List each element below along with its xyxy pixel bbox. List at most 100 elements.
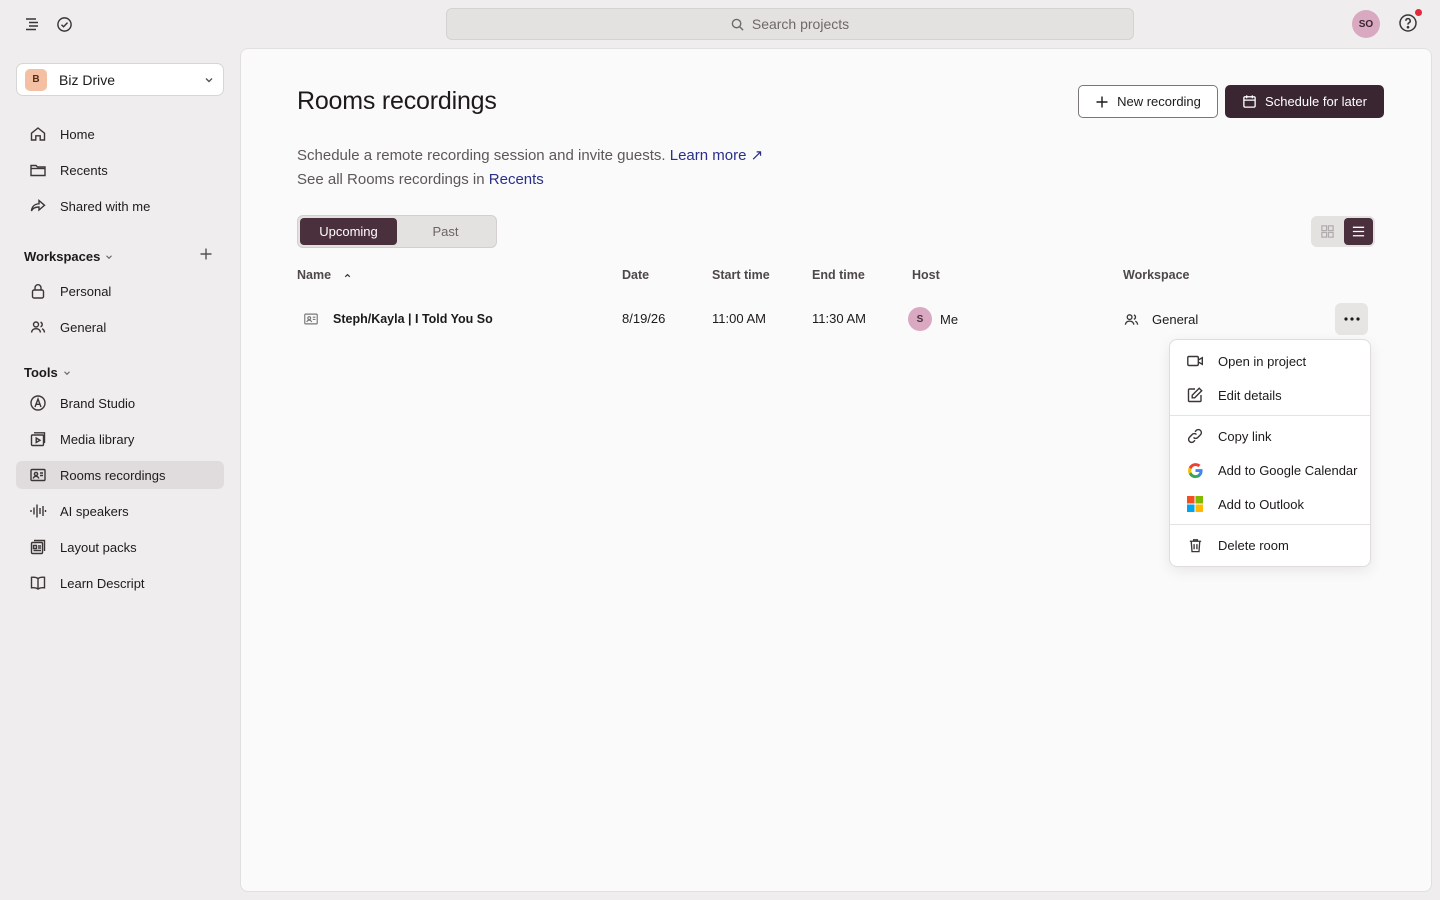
view-mode-toggle	[1311, 216, 1375, 247]
book-icon	[28, 573, 48, 593]
google-icon	[1185, 460, 1205, 480]
description-line-2: See all Rooms recordings in Recents	[297, 171, 544, 188]
description-text: Schedule a remote recording session and …	[297, 147, 666, 164]
video-camera-icon	[1185, 351, 1205, 371]
sidebar-item-general[interactable]: General	[16, 313, 224, 341]
recents-link[interactable]: Recents	[489, 171, 544, 188]
host-avatar: S	[908, 307, 932, 331]
page-title: Rooms recordings	[297, 87, 497, 115]
room-name[interactable]: Steph/Kayla | I Told You So	[333, 312, 493, 326]
sidebar-item-label: Brand Studio	[60, 395, 136, 411]
lock-icon	[28, 281, 48, 301]
room-host: S Me	[908, 307, 958, 331]
search-input[interactable]: Search projects	[446, 8, 1134, 40]
menu-item-label: Add to Google Calendar	[1218, 462, 1358, 478]
menu-item-open-in-project[interactable]: Open in project	[1170, 344, 1370, 378]
room-date: 8/19/26	[622, 311, 666, 326]
waveform-icon	[28, 501, 48, 521]
search-icon	[731, 18, 744, 31]
drive-selector[interactable]: B Biz Drive	[16, 63, 224, 96]
check-circle-icon[interactable]	[52, 12, 76, 36]
sidebar-item-brand-studio[interactable]: Brand Studio	[16, 389, 224, 417]
sidebar-item-personal[interactable]: Personal	[16, 277, 224, 305]
column-header-label: Name	[297, 268, 332, 282]
sidebar-item-label: Shared with me	[60, 198, 151, 214]
description-line-1: Schedule a remote recording session and …	[297, 146, 763, 164]
room-context-menu: Open in project Edit details Copy link A…	[1169, 339, 1371, 567]
sidebar-item-recents[interactable]: Recents	[16, 156, 224, 184]
new-recording-label: New recording	[1117, 94, 1201, 109]
sidebar-item-media-library[interactable]: Media library	[16, 425, 224, 453]
tab-past[interactable]: Past	[397, 218, 494, 245]
menu-divider	[1170, 524, 1370, 525]
room-end-time: 11:30 AM	[812, 311, 866, 326]
menu-item-label: Delete room	[1218, 537, 1289, 553]
search-placeholder: Search projects	[751, 16, 850, 32]
sidebar-item-label: Recents	[60, 162, 108, 178]
chevron-down-icon	[104, 252, 114, 262]
folder-icon	[28, 160, 48, 180]
menu-item-add-to-google-calendar[interactable]: Add to Google Calendar	[1170, 453, 1370, 487]
learn-more-link[interactable]: Learn more ↗	[670, 147, 763, 164]
workspaces-heading[interactable]: Workspaces	[24, 249, 114, 264]
sidebar-item-label: General	[60, 319, 107, 335]
room-cell: Steph/Kayla | I Told You So	[303, 311, 493, 327]
menu-item-label: Edit details	[1218, 387, 1282, 403]
menu-item-label: Open in project	[1218, 353, 1307, 369]
menu-item-delete-room[interactable]: Delete room	[1170, 528, 1370, 562]
sort-ascending-icon	[343, 271, 352, 280]
column-header-host[interactable]: Host	[912, 268, 940, 282]
schedule-label: Schedule for later	[1265, 94, 1367, 109]
grid-view-icon[interactable]	[1313, 218, 1342, 245]
user-avatar[interactable]: SO	[1352, 10, 1380, 38]
host-name: Me	[940, 311, 959, 327]
sidebar-toggle-icon[interactable]	[20, 12, 44, 36]
column-header-workspace[interactable]: Workspace	[1123, 268, 1189, 282]
more-options-button[interactable]	[1335, 303, 1368, 335]
column-header-name[interactable]: Name	[297, 268, 352, 282]
sidebar-item-label: Rooms recordings	[60, 467, 166, 483]
room-workspace: General	[1123, 311, 1198, 328]
help-icon[interactable]	[1398, 13, 1418, 33]
people-icon	[28, 317, 48, 337]
sidebar-item-layout-packs[interactable]: Layout packs	[16, 533, 224, 561]
tab-upcoming[interactable]: Upcoming	[300, 218, 397, 245]
chevron-down-icon	[62, 368, 72, 378]
sidebar-item-ai-speakers[interactable]: AI speakers	[16, 497, 224, 525]
menu-item-label: Add to Outlook	[1218, 496, 1304, 512]
menu-item-edit-details[interactable]: Edit details	[1170, 378, 1370, 412]
new-recording-button[interactable]: New recording	[1078, 85, 1218, 118]
sidebar-item-home[interactable]: Home	[16, 120, 224, 148]
column-header-end-time[interactable]: End time	[812, 268, 865, 282]
trash-icon	[1185, 535, 1205, 555]
column-header-start-time[interactable]: Start time	[712, 268, 770, 282]
sidebar-item-label: Personal	[60, 283, 112, 299]
home-icon	[28, 124, 48, 144]
sidebar-item-shared[interactable]: Shared with me	[16, 192, 224, 220]
schedule-for-later-button[interactable]: Schedule for later	[1225, 85, 1384, 118]
plus-icon	[1095, 95, 1109, 109]
more-horizontal-icon	[1343, 317, 1360, 321]
room-start-time: 11:00 AM	[712, 311, 766, 326]
menu-item-copy-link[interactable]: Copy link	[1170, 419, 1370, 453]
microsoft-icon	[1185, 494, 1205, 514]
top-bar: Search projects SO	[0, 0, 1440, 48]
notification-dot	[1415, 9, 1422, 16]
column-header-date[interactable]: Date	[622, 268, 649, 282]
rooms-icon	[28, 465, 48, 485]
sidebar-item-rooms-recordings[interactable]: Rooms recordings	[16, 461, 224, 489]
sidebar-item-learn-descript[interactable]: Learn Descript	[16, 569, 224, 597]
list-view-icon[interactable]	[1344, 218, 1373, 245]
menu-item-add-to-outlook[interactable]: Add to Outlook	[1170, 487, 1370, 521]
drive-badge: B	[25, 68, 47, 91]
share-icon	[28, 196, 48, 216]
add-workspace-icon[interactable]	[198, 246, 214, 262]
people-icon	[1123, 311, 1140, 328]
sidebar-item-label: AI speakers	[60, 503, 129, 519]
tools-heading[interactable]: Tools	[24, 365, 72, 380]
menu-divider	[1170, 415, 1370, 416]
menu-item-label: Copy link	[1218, 428, 1272, 444]
workspaces-heading-label: Workspaces	[24, 249, 101, 264]
chevron-down-icon	[203, 74, 215, 86]
sidebar-item-label: Layout packs	[60, 539, 137, 555]
